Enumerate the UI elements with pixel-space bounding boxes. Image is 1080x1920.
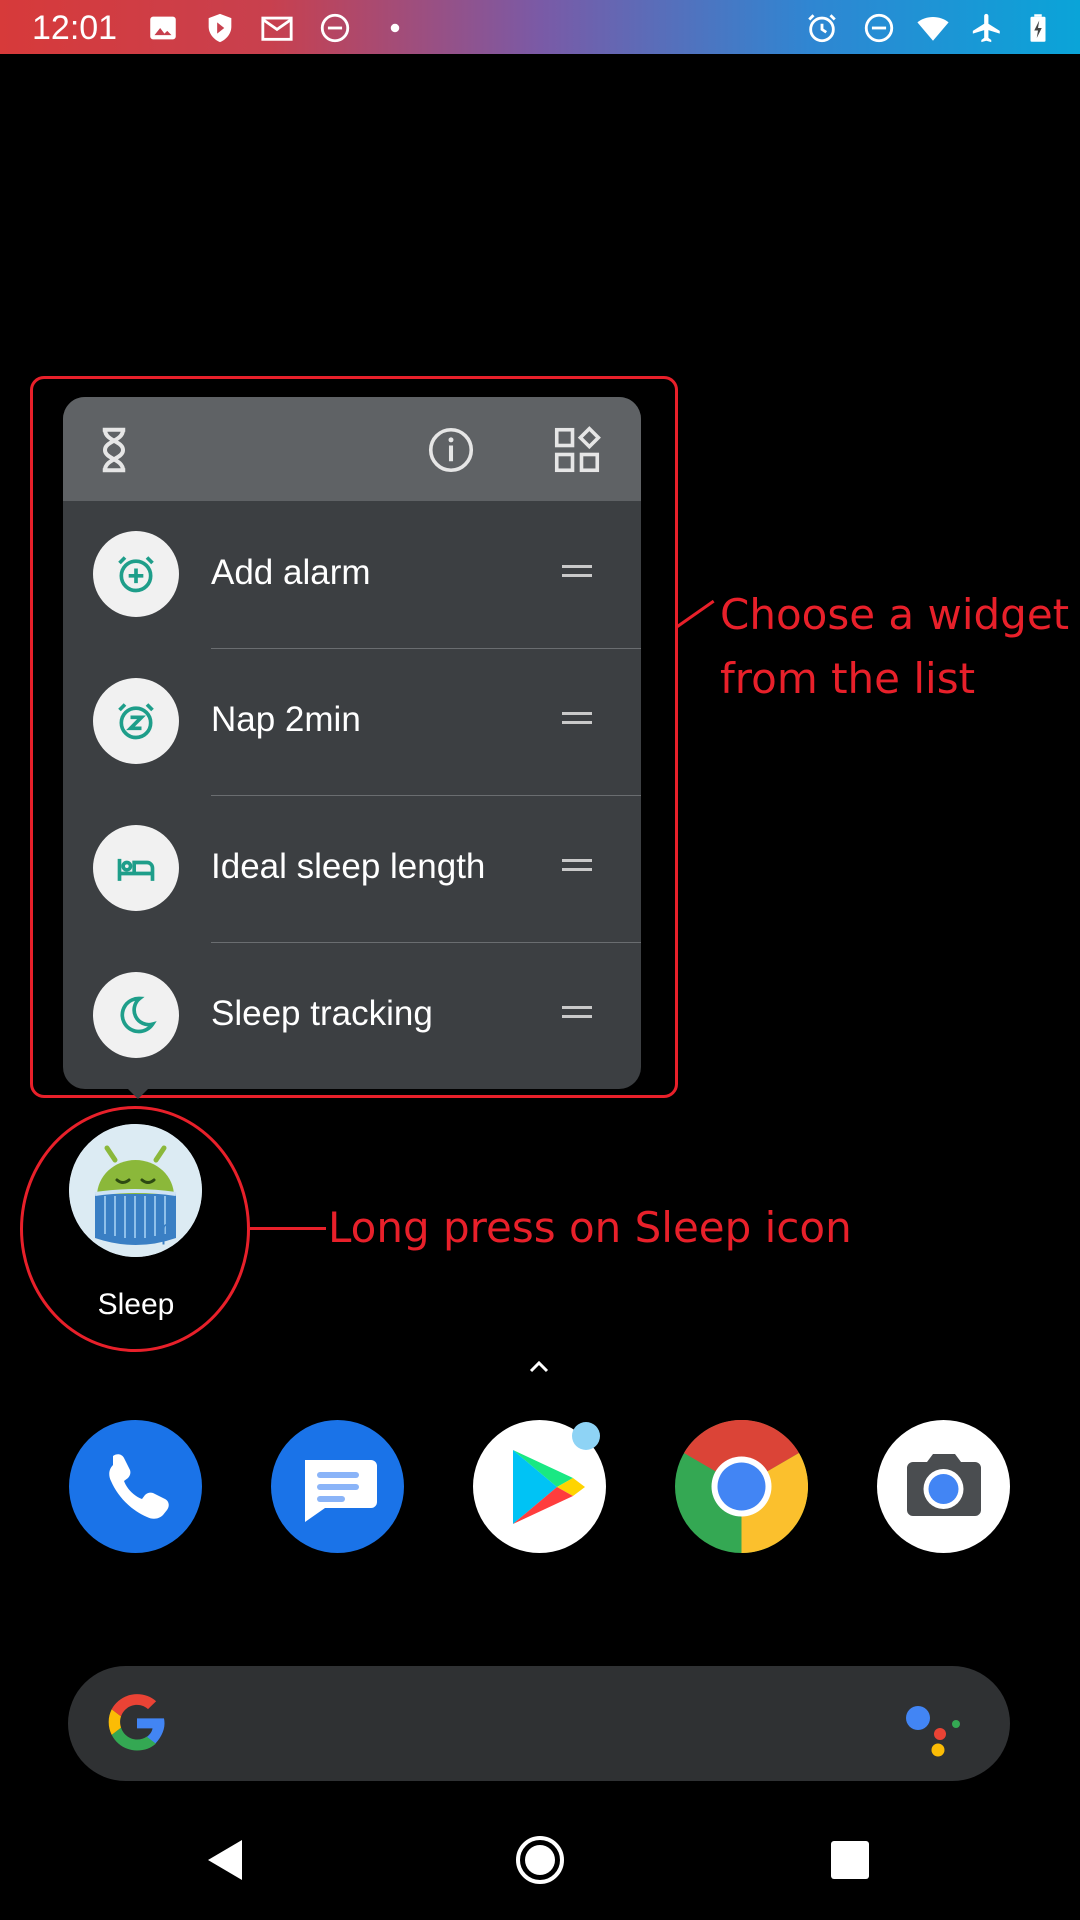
recents-icon[interactable] (820, 1830, 880, 1890)
hourglass-icon[interactable] (87, 423, 141, 477)
status-bar: 12:01 (0, 0, 1080, 54)
sleep-app-label: Sleep (97, 1288, 175, 1321)
popup-pointer (128, 1089, 148, 1099)
shortcut-nap[interactable]: Nap 2min (63, 648, 641, 795)
chrome-app-icon[interactable] (675, 1419, 809, 1553)
chevron-up-icon[interactable] (524, 1355, 554, 1379)
image-icon (146, 11, 180, 45)
google-logo-icon (108, 1694, 165, 1751)
moon-icon (93, 972, 179, 1058)
sleep-app-icon[interactable]: β (69, 1124, 202, 1257)
wifi-icon (916, 11, 950, 45)
annotation-widget-hint-line2: from the list (720, 654, 976, 703)
shortcut-label: Add alarm (211, 553, 371, 592)
shortcut-add-alarm[interactable]: Add alarm (63, 501, 641, 648)
back-icon[interactable] (200, 1830, 260, 1890)
shortcut-sleep-tracking[interactable]: Sleep tracking (63, 942, 641, 1089)
shortcut-ideal-sleep[interactable]: Ideal sleep length (63, 795, 641, 942)
shortcut-label: Ideal sleep length (211, 847, 486, 886)
drag-handle-icon[interactable] (562, 859, 592, 873)
annotation-connector (250, 1227, 326, 1230)
battery-charging-icon (1023, 11, 1053, 45)
alarm-snooze-icon (93, 678, 179, 764)
shield-icon (203, 11, 237, 45)
phone-app-icon[interactable] (69, 1420, 202, 1553)
beta-badge: β (161, 1220, 174, 1245)
bed-icon (93, 825, 179, 911)
messages-app-icon[interactable] (271, 1420, 404, 1553)
dnd-icon (862, 11, 896, 45)
app-shortcut-popup: Add alarm Nap 2min Ideal sleep length Sl… (63, 397, 641, 1089)
drag-handle-icon[interactable] (562, 1006, 592, 1020)
shortcut-label: Sleep tracking (211, 994, 433, 1033)
airplane-icon (970, 11, 1004, 45)
shortcut-label: Nap 2min (211, 700, 361, 739)
alarm-add-icon (93, 531, 179, 617)
gmail-icon (260, 11, 294, 45)
google-assistant-icon[interactable] (902, 1692, 968, 1758)
info-icon[interactable] (424, 423, 478, 477)
annotation-widget-hint-line1: Choose a widget (720, 590, 1070, 639)
home-icon[interactable] (510, 1830, 570, 1890)
drag-handle-icon[interactable] (562, 712, 592, 726)
annotation-connector (675, 599, 715, 629)
drag-handle-icon[interactable] (562, 565, 592, 579)
alarm-icon (805, 11, 839, 45)
annotation-press-hint: Long press on Sleep icon (328, 1203, 852, 1252)
play-store-app-icon[interactable] (473, 1420, 606, 1553)
status-time: 12:01 (32, 9, 118, 47)
google-search-bar[interactable] (68, 1666, 1010, 1781)
dot-icon (378, 11, 412, 45)
widgets-icon[interactable] (550, 423, 604, 477)
camera-app-icon[interactable] (877, 1420, 1010, 1553)
dnd-icon (318, 11, 352, 45)
popup-header (63, 397, 641, 501)
